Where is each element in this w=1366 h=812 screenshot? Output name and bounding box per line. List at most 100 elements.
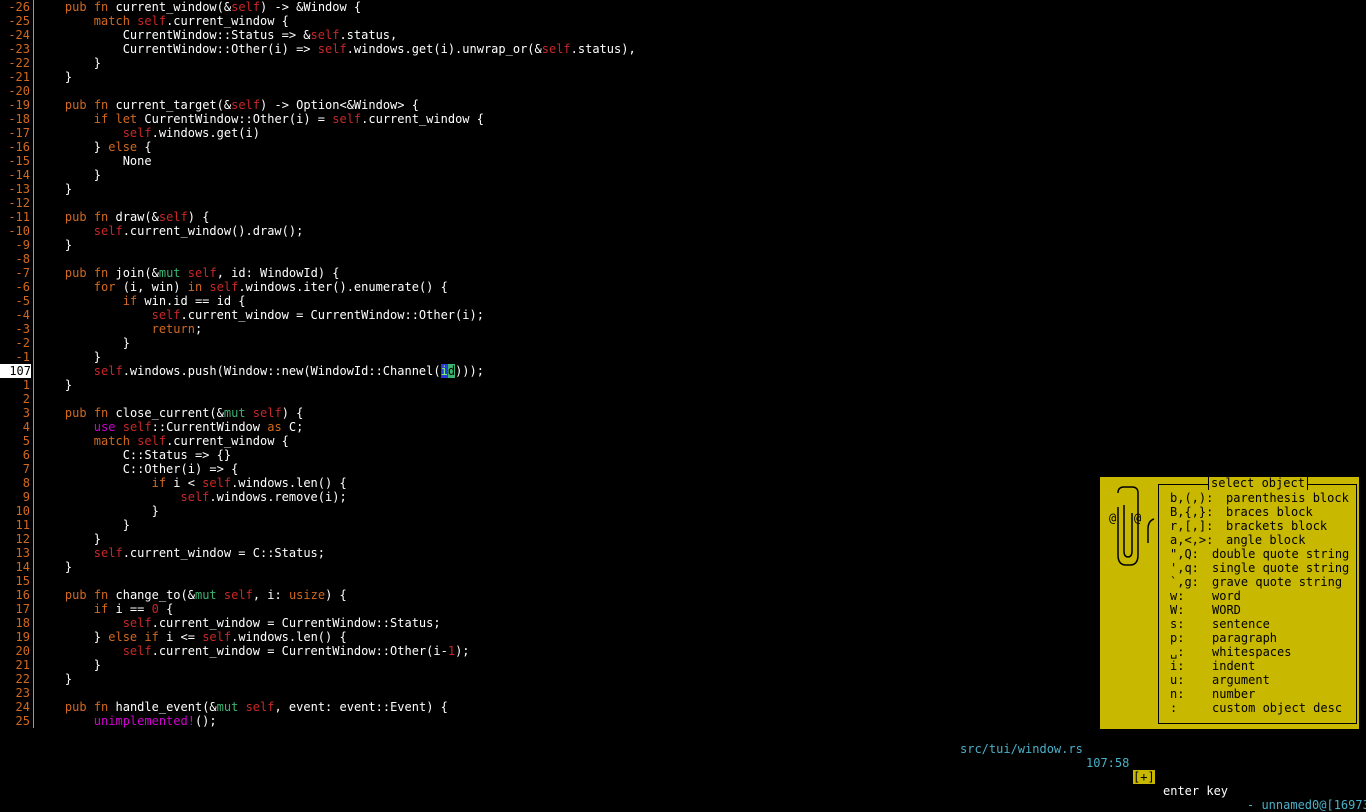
code-text[interactable]: C::Status => {} (36, 448, 231, 462)
code-text[interactable]: pub fn change_to(&mut self, i: usize) { (36, 588, 347, 602)
popup-item-key: r,[,]: (1170, 519, 1214, 533)
code-text[interactable]: unimplemented!(); (36, 714, 217, 728)
code-text[interactable]: self.current_window = C::Status; (36, 546, 325, 560)
line-number: 2 (22, 392, 30, 406)
popup-item[interactable]: i: indent (1170, 659, 1255, 673)
code-text[interactable]: C::Other(i) => { (36, 462, 239, 476)
popup-item[interactable]: ␣: whitespaces (1170, 645, 1291, 659)
line-number: 11 (15, 518, 30, 532)
code-text[interactable]: for (i, win) in self.windows.iter().enum… (36, 280, 448, 294)
line-number: 22 (15, 672, 30, 686)
line-number: -10 (8, 224, 30, 238)
line-number: 7 (22, 462, 30, 476)
code-text[interactable]: self.current_window = CurrentWindow::Oth… (36, 308, 484, 322)
line-number: 5 (22, 434, 30, 448)
code-text[interactable]: pub fn current_target(&self) -> Option<&… (36, 98, 419, 112)
code-text[interactable]: return; (36, 322, 203, 336)
popup-item[interactable]: p: paragraph (1170, 631, 1277, 645)
line-number: 1 (22, 378, 30, 392)
code-text[interactable]: } (36, 504, 159, 518)
code-text[interactable]: self.current_window = CurrentWindow::Sta… (36, 616, 441, 630)
popup-item[interactable]: u: argument (1170, 673, 1270, 687)
code-text[interactable]: } else { (36, 140, 152, 154)
code-text[interactable]: } (36, 672, 72, 686)
popup-item[interactable]: w: word (1170, 589, 1241, 603)
line-number: -11 (8, 210, 30, 224)
code-text[interactable]: self.current_window = CurrentWindow::Oth… (36, 644, 470, 658)
popup-item[interactable]: : custom object desc (1170, 701, 1342, 715)
popup-item[interactable]: `,g: grave quote string (1170, 575, 1342, 589)
code-text[interactable]: self.windows.get(i) (36, 126, 260, 140)
code-text[interactable]: } (36, 56, 101, 70)
code-text[interactable]: match self.current_window { (36, 434, 289, 448)
code-text[interactable]: pub fn draw(&self) { (36, 210, 210, 224)
code-text[interactable]: if win.id == id { (36, 294, 246, 308)
code-text[interactable]: self.current_window().draw(); (36, 224, 304, 238)
status-line: src/tui/window.rs 107:58 [+] enter key -… (0, 728, 1366, 812)
popup-item-key: w: (1170, 589, 1185, 603)
popup-item-key: ",Q: (1170, 547, 1199, 561)
popup-item-desc: custom object desc (1212, 701, 1343, 715)
code-text[interactable]: use self::CurrentWindow as C; (36, 420, 304, 434)
popup-item-desc: single quote string (1212, 561, 1350, 575)
popup-item[interactable]: ',q: single quote string (1170, 561, 1349, 575)
code-text[interactable]: } (36, 518, 130, 532)
popup-item[interactable]: r,[,]: brackets block (1170, 519, 1327, 533)
code-text[interactable]: if i < self.windows.len() { (36, 476, 347, 490)
popup-item-key: B,{,}: (1170, 505, 1214, 519)
popup-item[interactable]: B,{,}: braces block (1170, 505, 1313, 519)
code-text[interactable]: } (36, 336, 130, 350)
code-text[interactable]: } else if i <= self.windows.len() { (36, 630, 347, 644)
popup-item-desc: whitespaces (1212, 645, 1292, 659)
line-number: 13 (15, 546, 30, 560)
popup-item-desc: number (1212, 687, 1256, 701)
popup-item[interactable]: W: WORD (1170, 603, 1241, 617)
line-number: -26 (8, 0, 30, 14)
code-text[interactable]: if let CurrentWindow::Other(i) = self.cu… (36, 112, 484, 126)
line-number: -21 (8, 70, 30, 84)
popup-item-desc: indent (1212, 659, 1256, 673)
line-number: -4 (15, 308, 30, 322)
line-number: -7 (15, 266, 30, 280)
popup-item[interactable]: n: number (1170, 687, 1255, 701)
code-text[interactable]: } (36, 70, 72, 84)
code-text[interactable]: pub fn close_current(&mut self) { (36, 406, 303, 420)
code-text[interactable]: } (36, 238, 72, 252)
line-number: -12 (8, 196, 30, 210)
code-text[interactable]: } (36, 168, 101, 182)
line-number: -1 (15, 350, 30, 364)
line-number: 6 (22, 448, 30, 462)
code-text[interactable]: match self.current_window { (36, 14, 289, 28)
code-text[interactable]: None (36, 154, 152, 168)
code-text[interactable]: } (36, 532, 101, 546)
line-number: -2 (15, 336, 30, 350)
select-object-popup: @ @ select object b,(,): parenthesis bloc… (1100, 477, 1359, 729)
line-number: -16 (8, 140, 30, 154)
code-text[interactable]: pub fn handle_event(&mut self, event: ev… (36, 700, 448, 714)
line-number: 20 (15, 644, 30, 658)
code-text[interactable]: } (36, 378, 72, 392)
popup-item-key: i: (1170, 659, 1185, 673)
code-text[interactable]: } (36, 182, 72, 196)
code-text[interactable]: if i == 0 { (36, 602, 174, 616)
code-text[interactable]: pub fn current_window(&self) -> &Window … (36, 0, 361, 14)
code-text[interactable]: CurrentWindow::Status => &self.status, (36, 28, 398, 42)
line-number: 19 (15, 630, 30, 644)
popup-item[interactable]: a,<,>: angle block (1170, 533, 1305, 547)
svg-text:@: @ (1134, 511, 1141, 525)
code-text[interactable]: self.windows.push(Window::new(WindowId::… (36, 364, 484, 378)
line-number: 10 (15, 504, 30, 518)
code-text[interactable]: } (36, 560, 72, 574)
code-text[interactable]: } (36, 658, 101, 672)
popup-item[interactable]: s: sentence (1170, 617, 1270, 631)
popup-item-desc: paragraph (1212, 631, 1278, 645)
popup-item[interactable]: ",Q: double quote string (1170, 547, 1349, 561)
line-number: -15 (8, 154, 30, 168)
popup-item[interactable]: b,(,): parenthesis block (1170, 491, 1349, 505)
code-text[interactable]: pub fn join(&mut self, id: WindowId) { (36, 266, 340, 280)
code-text[interactable]: self.windows.remove(i); (36, 490, 347, 504)
code-text[interactable]: CurrentWindow::Other(i) => self.windows.… (36, 42, 636, 56)
line-number: 18 (15, 616, 30, 630)
code-text[interactable]: } (36, 350, 101, 364)
popup-item-key: u: (1170, 673, 1185, 687)
